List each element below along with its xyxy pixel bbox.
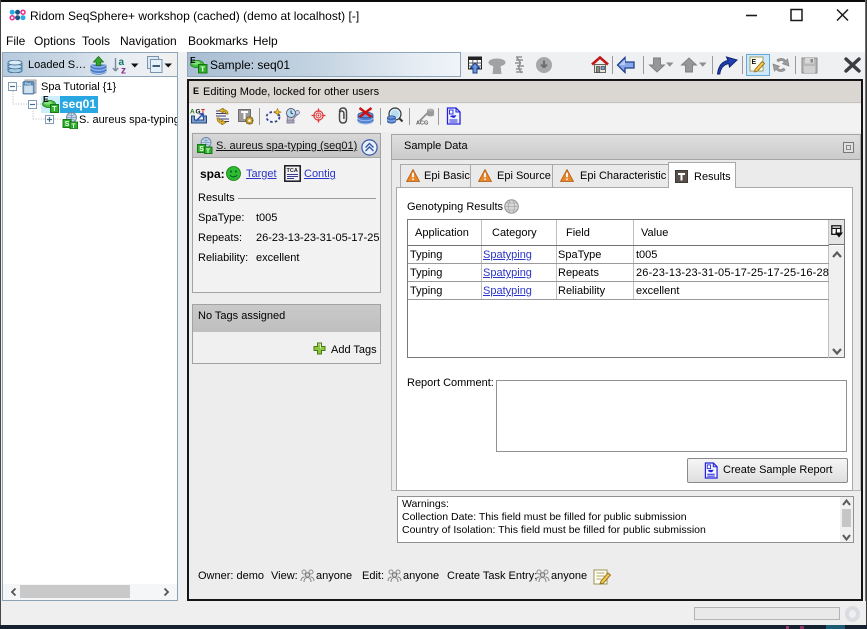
svg-text:TCA: TCA <box>287 168 298 174</box>
svg-text:T: T <box>72 123 76 129</box>
svg-text:z: z <box>121 66 126 75</box>
svg-text:E: E <box>752 59 757 66</box>
svg-text:A: A <box>190 109 195 116</box>
svg-text:T: T <box>206 148 210 154</box>
svg-text:ACG: ACG <box>416 121 428 126</box>
svg-text:T: T <box>200 65 205 74</box>
svg-text:T: T <box>52 106 57 113</box>
svg-text:Proj: Proj <box>25 82 31 86</box>
svg-text:S: S <box>199 146 204 153</box>
svg-text:S: S <box>65 121 70 128</box>
